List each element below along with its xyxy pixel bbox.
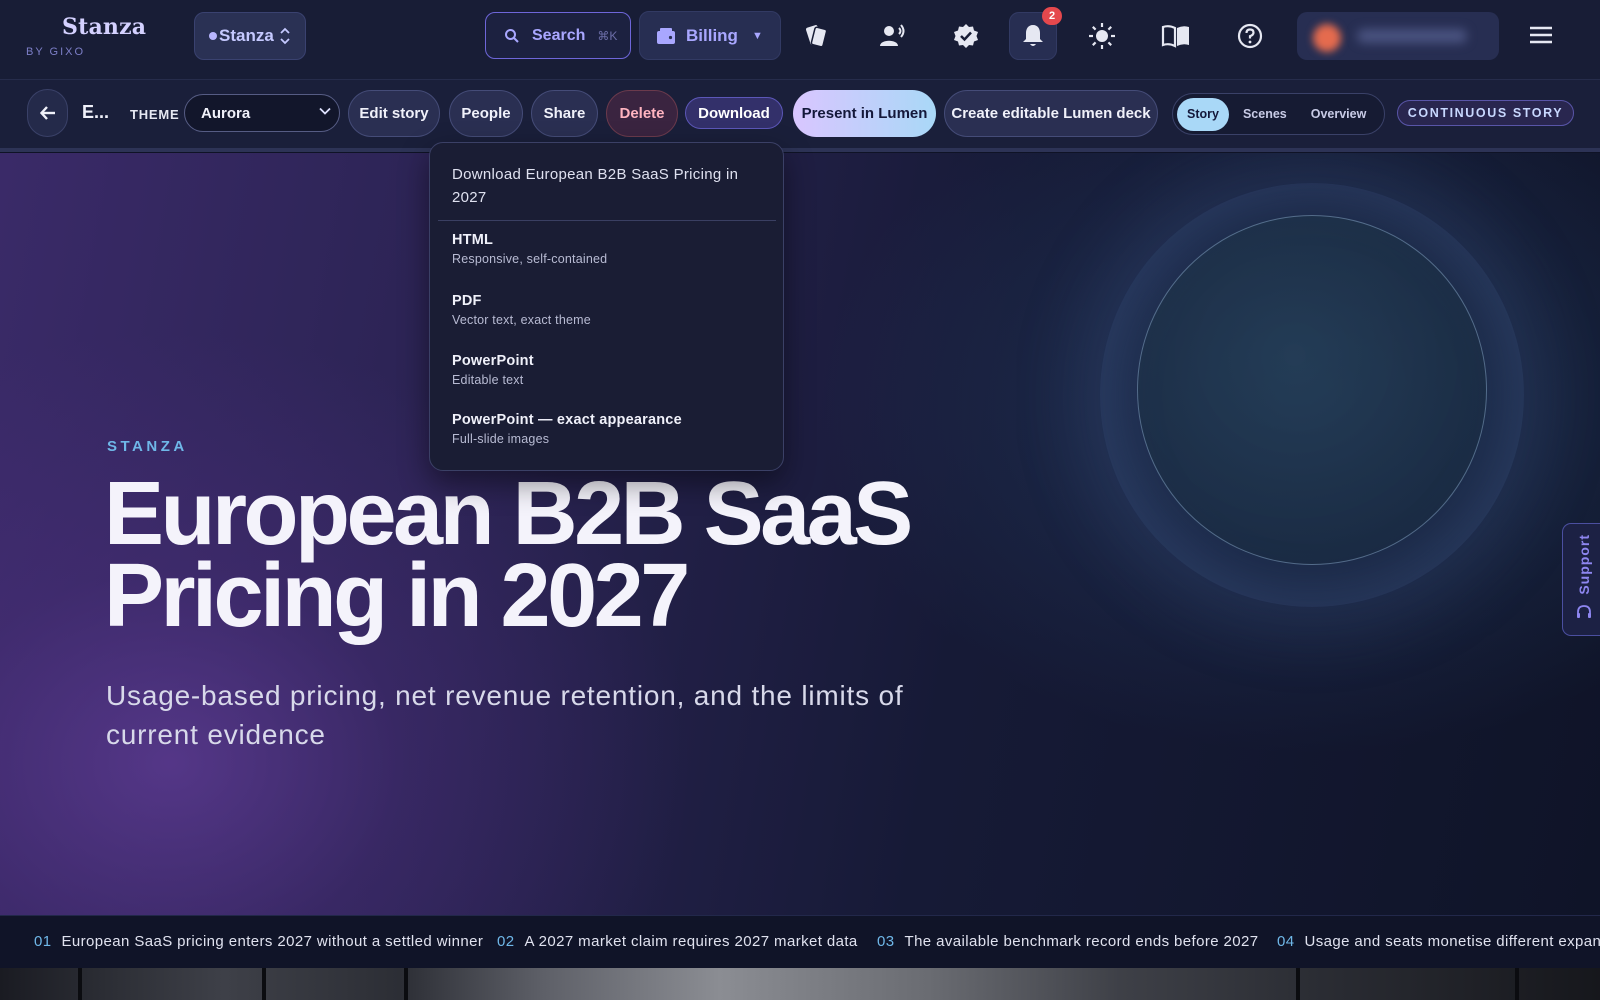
verified-icon[interactable] [942,12,990,60]
cards-icon[interactable] [792,12,840,60]
image-detail [1515,968,1519,1000]
top-navigation: Stanza BY GIXO Stanza Search ⌘K Billing … [0,0,1600,80]
menu-icon[interactable] [1526,20,1556,50]
chapter-number: 01 [34,933,52,950]
account-menu[interactable] [1297,12,1499,60]
chapter-number: 02 [497,933,515,950]
edit-story-button[interactable]: Edit story [348,90,440,137]
option-description: Vector text, exact theme [452,313,591,327]
tab-overview[interactable]: Overview [1301,98,1377,131]
view-switcher: Story Scenes Overview [1172,93,1385,135]
option-title: HTML [452,232,494,248]
download-button[interactable]: Download [685,97,783,129]
account-name-redacted [1357,29,1467,43]
chapter-link[interactable]: 01 European SaaS pricing enters 2027 with… [34,933,483,950]
voice-icon[interactable] [868,12,916,60]
search-label: Search [532,26,586,44]
book-icon[interactable] [1152,12,1200,60]
image-detail [1296,968,1300,1000]
chapter-link[interactable]: 04 Usage and seats monetise different exp… [1277,933,1600,950]
hero-title-line-2: Pricing in 2027 [104,546,690,646]
chapter-title: A 2027 market claim requires 2027 market… [524,933,858,950]
tab-story[interactable]: Story [1177,97,1229,131]
theme-label: THEME [130,107,180,122]
workspace-name: Stanza [219,26,274,45]
brand-subtitle: BY GIXO [26,46,86,58]
chapter-number: 04 [1277,933,1295,950]
decorative-circle [1137,215,1487,565]
workspace-dot-icon [209,32,217,40]
hero-eyebrow: STANZA [107,438,188,455]
theme-select[interactable]: Aurora [184,94,340,132]
support-tab[interactable]: Support [1562,523,1600,636]
tab-scenes[interactable]: Scenes [1233,98,1297,131]
option-title: PowerPoint [452,353,534,369]
billing-label: Billing [686,25,738,45]
chapter-number: 03 [877,933,895,950]
hero-title: European B2B SaaS Pricing in 2027 [104,464,1004,646]
avatar [1313,24,1341,52]
next-scene-image [0,968,1600,1000]
brand-name: Stanza [62,14,147,40]
option-title: PDF [452,293,482,309]
divider [438,220,776,221]
headset-icon [1575,603,1593,621]
image-detail [78,968,82,1000]
hero-title-line-1: European B2B SaaS [104,464,913,564]
download-option-powerpoint[interactable]: PowerPoint Editable text [452,353,762,387]
story-hero: STANZA European B2B SaaS Pricing in 2027… [0,153,1600,915]
option-description: Responsive, self-contained [452,252,608,266]
download-menu: Download European B2B SaaS Pricing in 20… [429,142,784,471]
chevron-down-icon: ▼ [751,29,763,42]
download-menu-heading: Download European B2B SaaS Pricing in 20… [452,166,739,206]
download-option-powerpoint-exact[interactable]: PowerPoint — exact appearance Full-slide… [452,412,762,446]
arrow-left-icon [39,106,56,120]
help-icon[interactable] [1226,12,1274,60]
share-button[interactable]: Share [531,90,598,137]
chapter-strip: 01 European SaaS pricing enters 2027 with… [0,915,1600,968]
download-option-html[interactable]: HTML Responsive, self-contained [452,232,762,266]
option-description: Full-slide images [452,432,550,446]
back-button[interactable] [27,89,68,137]
sun-icon[interactable] [1078,12,1126,60]
search-icon [504,28,520,44]
search-button[interactable]: Search ⌘K [485,12,631,59]
option-title: PowerPoint — exact appearance [452,412,682,428]
delete-button[interactable]: Delete [606,90,678,137]
hero-subtitle: Usage-based pricing, net revenue retenti… [106,680,904,750]
support-label: Support [1575,534,1592,595]
chapter-link[interactable]: 02 A 2027 market claim requires 2027 mark… [497,933,858,950]
image-detail [262,968,266,1000]
download-option-pdf[interactable]: PDF Vector text, exact theme [452,293,762,327]
story-title-truncated: E... [82,102,110,122]
search-shortcut: ⌘K [597,28,618,43]
chevron-down-icon [319,106,331,118]
people-button[interactable]: People [449,90,523,137]
notification-badge: 2 [1042,7,1062,25]
chapter-title: The available benchmark record ends befo… [904,933,1259,950]
notifications-button[interactable]: 2 [1009,7,1062,60]
workspace-switcher[interactable]: Stanza [194,12,306,60]
chapter-link[interactable]: 03 The available benchmark record ends be… [877,933,1259,950]
brand-logo[interactable]: Stanza BY GIXO [26,14,166,58]
create-lumen-deck-button[interactable]: Create editable Lumen deck [944,90,1158,137]
chapter-title: Usage and seats monetise different expan… [1304,933,1600,950]
billing-menu-button[interactable]: Billing ▼ [639,11,781,60]
bell-icon [1021,23,1045,49]
chevron-updown-icon [280,27,290,45]
continuous-story-toggle[interactable]: CONTINUOUS STORY [1397,100,1574,126]
theme-select-value: Aurora [201,104,251,122]
present-in-lumen-button[interactable]: Present in Lumen [793,90,936,137]
image-detail [404,968,408,1000]
option-description: Editable text [452,373,524,387]
story-toolbar: E... THEME Aurora Edit story People Shar… [0,80,1600,152]
wallet-icon [656,26,676,46]
chapter-title: European SaaS pricing enters 2027 withou… [61,933,484,950]
